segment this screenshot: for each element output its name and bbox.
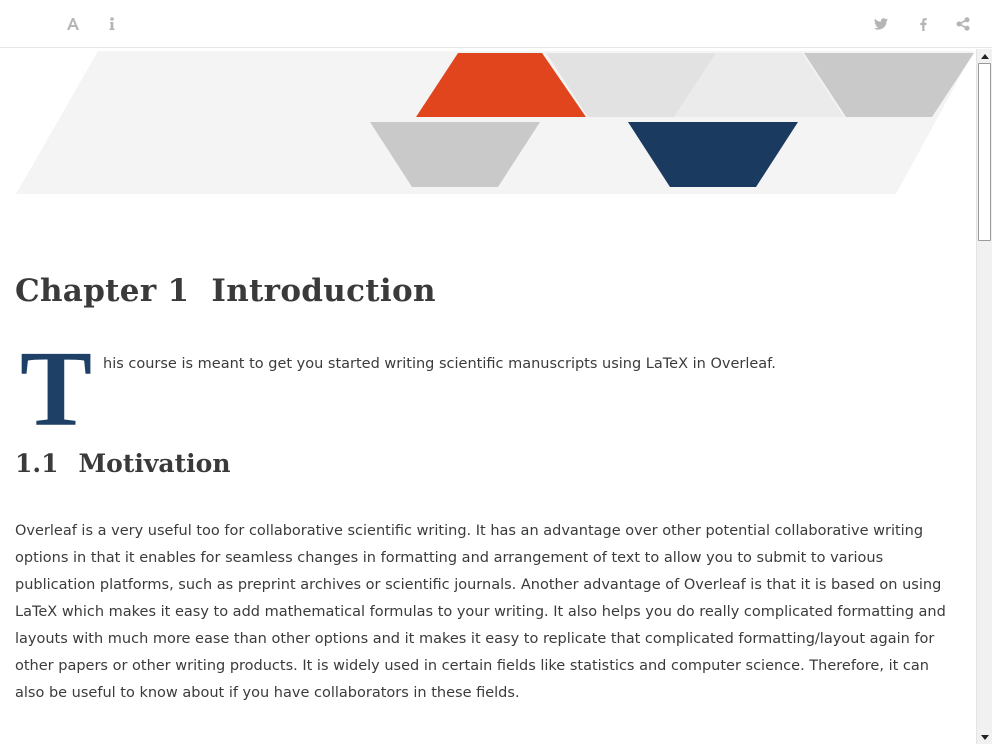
section-number: 1.1 — [15, 449, 59, 478]
section-title: 1.1 Motivation — [15, 449, 231, 478]
font-size-icon[interactable] — [63, 14, 83, 34]
info-icon[interactable] — [102, 14, 122, 34]
scroll-down-arrow[interactable] — [977, 730, 992, 744]
section-name: Motivation — [78, 449, 231, 478]
top-toolbar — [0, 0, 992, 48]
motivation-paragraph: Overleaf is a very useful too for collab… — [15, 523, 946, 701]
intro-text: his course is meant to get you started w… — [103, 356, 776, 372]
chapter-title: Chapter 1 Introduction — [15, 273, 436, 309]
twitter-icon[interactable] — [871, 14, 891, 34]
chapter-label: Chapter 1 — [15, 273, 190, 309]
scrollbar-thumb[interactable] — [978, 63, 991, 241]
scroll-up-arrow[interactable] — [977, 49, 992, 63]
document-content: Chapter 1 Introduction T his course is me… — [0, 49, 976, 744]
vertical-scrollbar[interactable] — [976, 49, 992, 744]
share-icon[interactable] — [953, 14, 973, 34]
drop-cap: T — [20, 330, 93, 449]
decorative-banner — [16, 51, 974, 194]
facebook-icon[interactable] — [913, 14, 933, 34]
chapter-name: Introduction — [211, 273, 436, 309]
